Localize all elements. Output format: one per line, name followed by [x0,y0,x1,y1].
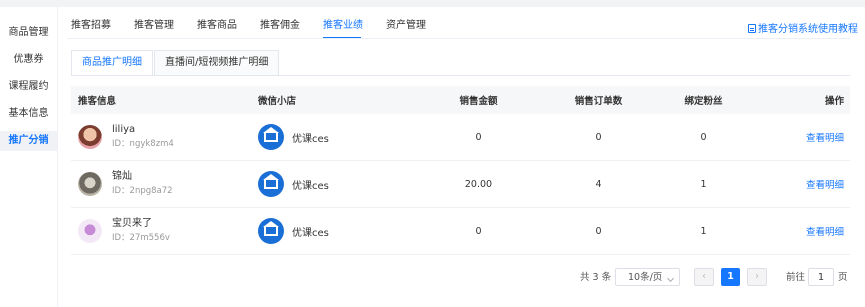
page-suffix-label: 页 [838,272,848,283]
sidebar: 商品管理 优惠券 课程履约 基本信息 推广分销 [0,7,58,307]
sidebar-item-product-management[interactable]: 商品管理 [0,25,57,41]
tutorial-link[interactable]: 推客分销系统使用教程 [748,20,858,35]
chevron-down-icon [666,274,675,283]
shop-logo-icon [258,171,284,197]
subtab-divider [71,75,850,76]
sales-amount: 0 [411,114,546,161]
sales-amount: 0 [411,207,546,255]
header-promoter: 推客信息 [71,86,251,114]
avatar [78,125,102,149]
shop-cell: 优课ces [258,171,411,197]
promoter-id: ID：2npg8a72 [112,186,173,196]
tabs-divider [67,38,850,39]
shop-name: 优课ces [292,133,329,145]
sidebar-item-promotion-distribution[interactable]: 推广分销 [0,131,57,151]
top-strip [0,0,865,7]
tab-promoter-performance[interactable]: 推客业绩 [323,16,363,31]
next-page-button[interactable]: › [747,268,767,286]
view-detail-link[interactable]: 查看明细 [806,180,844,191]
sidebar-item-coupons[interactable]: 优惠券 [0,52,57,68]
page-number-current[interactable]: 1 [721,268,740,286]
tab-promoter-products[interactable]: 推客商品 [197,16,237,31]
table-row: liliya ID：ngyk8zm4 优课ces 0 0 0 查看明细 [71,114,850,161]
tab-asset-management[interactable]: 资产管理 [386,16,426,31]
tutorial-link-label: 推客分销系统使用教程 [758,24,858,35]
shop-name: 优课ces [292,180,329,192]
sidebar-item-course-fulfillment[interactable]: 课程履约 [0,79,57,95]
promoter-name: liliya [112,124,136,135]
goto-page-input[interactable]: 1 [808,268,834,286]
header-shop: 微信小店 [251,86,411,114]
page-size-value: 10条/页 [628,272,663,283]
shop-logo-icon [258,124,284,150]
table-row: 宝贝来了 ID：27m556v 优课ces 0 0 1 查看明细 [71,207,850,255]
avatar [78,219,102,243]
view-detail-link[interactable]: 查看明细 [806,133,844,144]
subtab-product-promotion[interactable]: 商品推广明细 [71,50,153,76]
promoter-name: 锦灿 [112,171,132,182]
shop-logo-icon [258,218,284,244]
tab-promoter-management[interactable]: 推客管理 [134,16,174,31]
tab-promoter-recruit[interactable]: 推客招募 [71,16,111,31]
shop-cell: 优课ces [258,218,411,244]
sidebar-item-basic-info[interactable]: 基本信息 [0,106,57,122]
promoter-cell: 锦灿 ID：2npg8a72 [78,170,251,198]
table-row: 锦灿 ID：2npg8a72 优课ces 20.00 4 1 查看明细 [71,160,850,208]
subtab-live-video-promotion[interactable]: 直播间/短视频推广明细 [154,50,280,76]
shop-name: 优课ces [292,227,329,239]
performance-table: 推客信息 微信小店 销售金额 销售订单数 绑定粉丝 操作 liliya ID：n… [71,86,850,255]
goto-label: 前往 [786,272,806,283]
page-size-select[interactable]: 10条/页 [615,268,680,286]
header-order-count: 销售订单数 [546,86,651,114]
header-bound-fans: 绑定粉丝 [651,86,756,114]
promoter-cell: 宝贝来了 ID：27m556v [78,217,251,245]
order-count: 0 [546,114,651,161]
bound-fans: 1 [651,160,756,208]
promoter-cell: liliya ID：ngyk8zm4 [78,123,251,151]
promoter-id: ID：27m556v [112,233,170,243]
sales-amount: 20.00 [411,160,546,208]
prev-page-button[interactable]: ‹ [694,268,714,286]
pagination-total: 共 3 条 [580,272,612,283]
document-icon [748,24,756,33]
header-sales-amount: 销售金额 [411,86,546,114]
bound-fans: 1 [651,207,756,255]
bound-fans: 0 [651,114,756,161]
order-count: 4 [546,160,651,208]
table-header-row: 推客信息 微信小店 销售金额 销售订单数 绑定粉丝 操作 [71,86,850,114]
promoter-name: 宝贝来了 [112,218,152,229]
view-detail-link[interactable]: 查看明细 [806,227,844,238]
promoter-id: ID：ngyk8zm4 [112,139,174,149]
shop-cell: 优课ces [258,124,411,150]
avatar [78,172,102,196]
order-count: 0 [546,207,651,255]
header-actions: 操作 [756,86,850,114]
tab-promoter-commission[interactable]: 推客佣金 [260,16,300,31]
